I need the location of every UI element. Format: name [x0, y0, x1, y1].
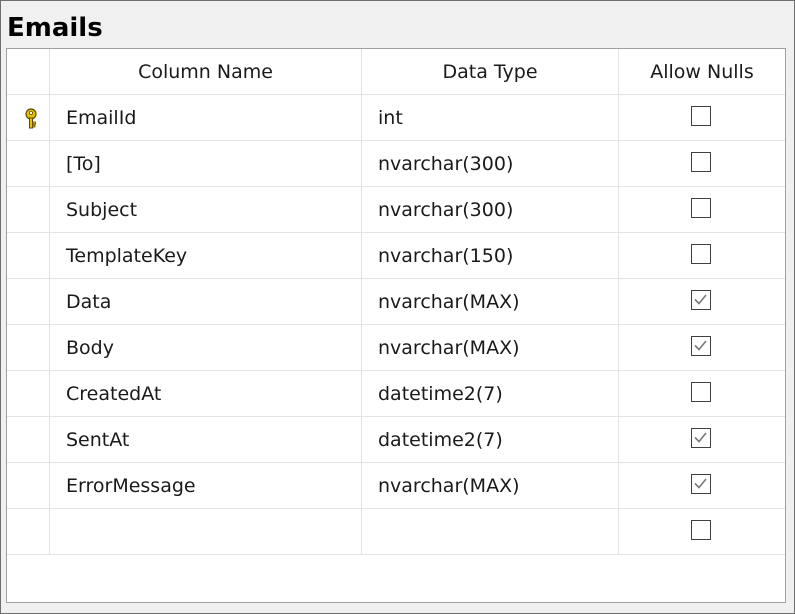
table-row[interactable]: Subject nvarchar(300): [7, 187, 785, 233]
table-row[interactable]: [To] nvarchar(300): [7, 141, 785, 187]
data-type-text: datetime2(7): [378, 383, 503, 405]
column-name-cell[interactable]: TemplateKey: [49, 233, 361, 279]
data-type-cell[interactable]: datetime2(7): [361, 417, 618, 463]
row-selector[interactable]: [7, 463, 49, 509]
allow-nulls-cell: [618, 279, 785, 325]
row-selector[interactable]: [7, 325, 49, 371]
column-name-text: Subject: [66, 199, 138, 221]
column-name-text: Data: [66, 291, 112, 313]
table-row[interactable]: [7, 509, 785, 555]
data-type-cell[interactable]: int: [361, 95, 618, 141]
column-name-text: TemplateKey: [66, 245, 188, 267]
data-type-text: nvarchar(MAX): [378, 475, 520, 497]
allow-nulls-checkbox[interactable]: [691, 152, 711, 172]
data-type-cell[interactable]: datetime2(7): [361, 371, 618, 417]
column-name-header-label: Column Name: [138, 61, 273, 83]
allow-nulls-checkbox[interactable]: [691, 520, 711, 540]
row-selector[interactable]: [7, 371, 49, 417]
allow-nulls-checkbox[interactable]: [691, 428, 711, 448]
data-type-cell[interactable]: nvarchar(MAX): [361, 325, 618, 371]
checkmark-icon: [694, 294, 707, 305]
column-name-header[interactable]: Column Name: [49, 49, 361, 95]
checkmark-icon: [694, 340, 707, 351]
row-selector[interactable]: [7, 417, 49, 463]
column-name-cell[interactable]: [49, 509, 361, 555]
column-name-text: EmailId: [66, 107, 137, 129]
row-selector[interactable]: [7, 509, 49, 555]
checkmark-icon: [694, 432, 707, 443]
column-name-text: SentAt: [66, 429, 130, 451]
table-row[interactable]: SentAt datetime2(7): [7, 417, 785, 463]
data-type-text: nvarchar(300): [378, 153, 514, 175]
table-row[interactable]: CreatedAt datetime2(7): [7, 371, 785, 417]
allow-nulls-cell: [618, 141, 785, 187]
data-type-header-label: Data Type: [442, 61, 538, 83]
table-row[interactable]: ErrorMessage nvarchar(MAX): [7, 463, 785, 509]
allow-nulls-checkbox[interactable]: [691, 244, 711, 264]
column-name-cell[interactable]: Data: [49, 279, 361, 325]
allow-nulls-checkbox[interactable]: [691, 382, 711, 402]
row-selector-header: [7, 49, 49, 95]
column-name-cell[interactable]: Subject: [49, 187, 361, 233]
allow-nulls-checkbox[interactable]: [691, 336, 711, 356]
row-selector[interactable]: [7, 141, 49, 187]
data-type-header[interactable]: Data Type: [361, 49, 618, 95]
column-name-cell[interactable]: ErrorMessage: [49, 463, 361, 509]
table-row[interactable]: Data nvarchar(MAX): [7, 279, 785, 325]
column-name-text: CreatedAt: [66, 383, 162, 405]
column-name-text: Body: [66, 337, 114, 359]
allow-nulls-checkbox[interactable]: [691, 474, 711, 494]
data-type-cell[interactable]: [361, 509, 618, 555]
key-icon: [23, 108, 39, 130]
table-row[interactable]: TemplateKey nvarchar(150): [7, 233, 785, 279]
allow-nulls-cell: [618, 233, 785, 279]
checkmark-icon: [694, 478, 707, 489]
allow-nulls-cell: [618, 509, 785, 555]
data-type-text: nvarchar(300): [378, 199, 514, 221]
data-type-cell[interactable]: nvarchar(300): [361, 141, 618, 187]
column-name-cell[interactable]: Body: [49, 325, 361, 371]
row-selector[interactable]: [7, 187, 49, 233]
allow-nulls-checkbox[interactable]: [691, 290, 711, 310]
data-type-text: int: [378, 107, 403, 129]
allow-nulls-cell: [618, 187, 785, 233]
column-name-text: ErrorMessage: [66, 475, 196, 497]
row-selector[interactable]: [7, 279, 49, 325]
column-name-cell[interactable]: CreatedAt: [49, 371, 361, 417]
data-type-cell[interactable]: nvarchar(MAX): [361, 463, 618, 509]
data-type-cell[interactable]: nvarchar(150): [361, 233, 618, 279]
data-type-text: nvarchar(150): [378, 245, 514, 267]
table-title: Emails: [7, 13, 103, 43]
table-designer-window: Emails Column Name Data Type Allow Nulls…: [0, 0, 795, 614]
column-name-cell[interactable]: [To]: [49, 141, 361, 187]
allow-nulls-checkbox[interactable]: [691, 198, 711, 218]
allow-nulls-cell: [618, 463, 785, 509]
allow-nulls-checkbox[interactable]: [691, 106, 711, 126]
allow-nulls-cell: [618, 417, 785, 463]
table-row[interactable]: EmailId int: [7, 95, 785, 141]
table-row[interactable]: Body nvarchar(MAX): [7, 325, 785, 371]
row-selector[interactable]: [7, 95, 49, 141]
row-selector[interactable]: [7, 233, 49, 279]
allow-nulls-cell: [618, 371, 785, 417]
data-type-cell[interactable]: nvarchar(MAX): [361, 279, 618, 325]
allow-nulls-header-label: Allow Nulls: [650, 61, 754, 83]
data-type-text: nvarchar(MAX): [378, 337, 520, 359]
grid-header-row: Column Name Data Type Allow Nulls: [7, 49, 785, 95]
column-name-text: [To]: [66, 153, 101, 175]
allow-nulls-cell: [618, 95, 785, 141]
column-name-cell[interactable]: EmailId: [49, 95, 361, 141]
data-type-text: nvarchar(MAX): [378, 291, 520, 313]
data-type-cell[interactable]: nvarchar(300): [361, 187, 618, 233]
allow-nulls-cell: [618, 325, 785, 371]
column-name-cell[interactable]: SentAt: [49, 417, 361, 463]
column-grid: Column Name Data Type Allow Nulls EmailI…: [6, 48, 786, 603]
data-type-text: datetime2(7): [378, 429, 503, 451]
allow-nulls-header[interactable]: Allow Nulls: [618, 49, 785, 95]
